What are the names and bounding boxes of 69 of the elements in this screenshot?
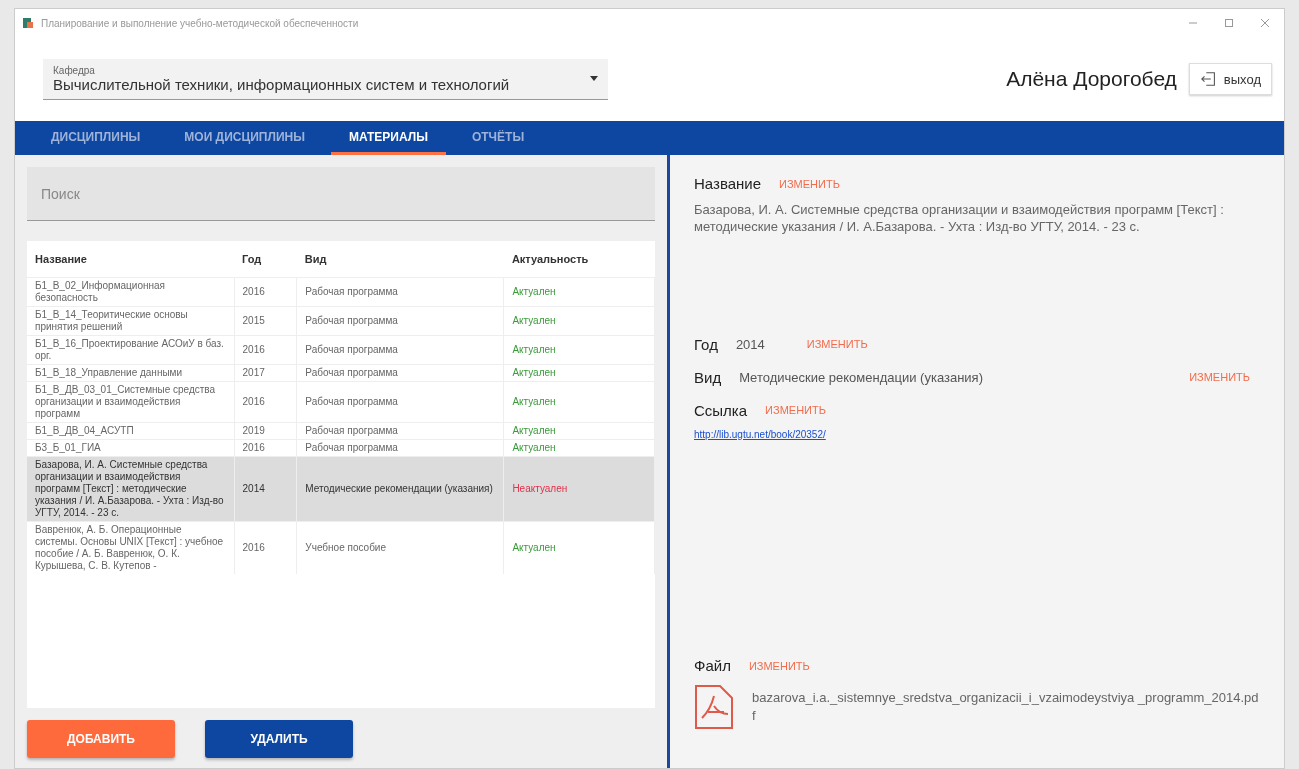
table-cell: Рабочая программа <box>296 277 504 307</box>
tab[interactable]: МОИ ДИСЦИПЛИНЫ <box>166 121 323 155</box>
field-label: Год <box>694 335 718 353</box>
table-cell: 2017 <box>234 364 297 382</box>
field-label: Название <box>694 175 762 192</box>
status-cell: Актуален <box>503 335 655 365</box>
app-icon <box>21 16 35 30</box>
table-cell: 2016 <box>234 277 297 307</box>
status-cell: Актуален <box>503 381 655 423</box>
file-name: bazarova_i.a._sistemnye_sredstva_organizacii_i_vzaimodeystviya _programm_2014.pdf <box>752 688 1260 725</box>
table-cell: Вавренюк, А. Б. Операционные системы. Основы UNIX [Текст] : учебное пособие / А. Б. Вавренюк, О. К. Курышева, С. В. Кутепов - <box>27 521 235 574</box>
search-field[interactable]: Поиск <box>27 167 655 221</box>
type-value: Методические рекомендации (указания) <box>739 369 983 385</box>
table-cell: Рабочая программа <box>296 422 504 440</box>
table-row[interactable]: Б1_В_18_Управление данными 2017 Рабочая программа Актуален <box>27 364 655 382</box>
title-value: Базарова, И. А. Системные средства организации и взаимодействия программ [Текст] : методические указания / И. А.Базарова. - Ухта : Изд-во УГТУ, 2014. - 23 с. <box>694 202 1225 236</box>
table-row[interactable]: Б1_В_02_Информационная безопасность 2016 Рабочая программа Актуален <box>27 277 655 307</box>
link[interactable]: http://lib.ugtu.net/book/20352/ <box>694 428 1260 440</box>
logout-icon <box>1199 70 1218 88</box>
status-cell: Актуален <box>503 521 655 574</box>
table-row[interactable] <box>27 456 655 522</box>
table-cell: 2015 <box>234 306 297 336</box>
tab[interactable]: ОТЧЁТЫ <box>453 121 543 155</box>
status-cell: Актуален <box>503 277 655 307</box>
delete-button[interactable]: УДАЛИТЬ <box>205 720 353 758</box>
user-name: Алёна Дорогобед <box>1006 67 1177 91</box>
table-cell: Б1_В_02_Информационная безопасность <box>27 277 235 307</box>
table-cell: 2016 <box>234 335 297 365</box>
table-cell: 2019 <box>234 422 297 440</box>
table-cell: Рабочая программа <box>296 364 504 382</box>
maximize-icon[interactable] <box>1224 18 1234 28</box>
column-header[interactable]: Вид <box>296 241 504 278</box>
table-cell: Б1_В_ДВ_03_01_Системные средства организации и взаимодействия программ <box>27 381 235 423</box>
year-value: 2014 <box>735 336 765 352</box>
column-header[interactable]: Название <box>27 241 235 278</box>
field-label: Ссылка <box>694 401 748 419</box>
table-cell: 2014 <box>234 456 297 522</box>
table-row[interactable]: Б1_В_14_Теоритические основы принятия решений 2015 Рабочая программа Актуален <box>27 306 655 336</box>
table-cell: Учебное пособие <box>296 521 504 574</box>
table-row[interactable]: Б1_В_ДВ_04_АСУТП 2019 Рабочая программа Актуален <box>27 422 655 440</box>
table-row[interactable]: Вавренюк, А. Б. Операционные системы. Основы UNIX [Текст] : учебное пособие / А. Б. Вавренюк, О. К. Курышева, С. В. Кутепов - 2016 Учебное пособие Актуален <box>27 521 655 574</box>
table-row[interactable]: Б1_В_ДВ_03_01_Системные средства организации и взаимодействия программ 2016 Рабочая программа Актуален <box>27 381 655 423</box>
tab[interactable]: ДИСЦИПЛИНЫ <box>33 121 159 155</box>
table-cell: Б1_В_14_Теоритические основы принятия решений <box>27 306 235 336</box>
logout-button[interactable]: выход <box>1188 63 1272 95</box>
window-title: Планирование и выполнение учебно-методической обеспеченности <box>41 17 359 29</box>
column-header[interactable]: Актуальность <box>503 241 655 278</box>
status-cell: Актуален <box>503 306 655 336</box>
table-cell: Рабочая программа <box>296 335 504 365</box>
table-cell: 2016 <box>234 521 297 574</box>
table-cell: 2016 <box>234 381 297 423</box>
status-cell: Неактуален <box>503 456 655 522</box>
pdf-file-icon[interactable] <box>694 684 734 730</box>
table-cell: Рабочая программа <box>296 381 504 423</box>
table-cell: Методические рекомендации (указания) <box>296 456 504 522</box>
close-icon[interactable] <box>1260 18 1270 28</box>
table-cell: Б1_В_ДВ_04_АСУТП <box>27 422 235 440</box>
table-row[interactable]: Б1_В_16_Проектирование АСОиУ в баз. орг. 2016 Рабочая программа Актуален <box>27 335 655 365</box>
department-select[interactable]: Кафедра Вычислительной техники, информационных систем и технологий <box>43 58 608 100</box>
table-cell: Рабочая программа <box>296 306 504 336</box>
table-cell: Б1_В_16_Проектирование АСОиУ в баз. орг. <box>27 335 235 365</box>
field-label: Файл <box>694 657 731 674</box>
column-header[interactable]: Год <box>234 241 297 278</box>
caret-icon <box>590 76 598 81</box>
status-cell: Актуален <box>503 422 655 440</box>
table-cell: Базарова, И. А. Системные средства организации и взаимодействия программ [Текст] : методические указания / И. А.Базарова. - Ухта : Изд-во УГТУ, 2014. - 23 с. <box>27 456 235 522</box>
table-cell: Б1_В_18_Управление данными <box>27 364 235 382</box>
status-cell: Актуален <box>503 364 655 382</box>
field-label: Вид <box>694 368 722 386</box>
